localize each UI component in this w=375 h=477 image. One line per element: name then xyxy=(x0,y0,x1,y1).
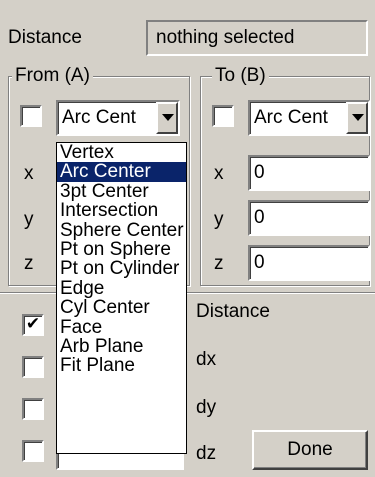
from-combo-dropdown-icon[interactable] xyxy=(156,102,178,134)
distance-checkbox[interactable]: ✔ xyxy=(22,314,44,336)
to-z-label: z xyxy=(214,253,224,274)
distance-label: Distance xyxy=(8,27,82,48)
to-x-label: x xyxy=(214,163,224,184)
dropdown-option[interactable]: Pt on Sphere xyxy=(57,240,186,259)
dropdown-option[interactable]: Arc Center xyxy=(57,162,186,182)
from-combo-value: Arc Cent xyxy=(62,107,136,128)
to-z-input[interactable]: 0 xyxy=(248,245,370,281)
dropdown-option[interactable]: Pt on Cylinder xyxy=(57,259,186,278)
from-checkbox[interactable] xyxy=(20,105,42,127)
dropdown-option[interactable]: Sphere Center xyxy=(57,221,186,240)
point-type-dropdown-list[interactable]: Vertex Arc Center 3pt Center Intersection Sp… xyxy=(56,142,187,454)
dropdown-option[interactable]: Fit Plane xyxy=(57,356,186,375)
to-z-value: 0 xyxy=(254,252,265,273)
dx-checkbox[interactable] xyxy=(22,356,44,378)
from-y-label: y xyxy=(24,209,34,230)
result-distance-label: Distance xyxy=(196,301,270,322)
dropdown-option[interactable]: Arb Plane xyxy=(57,337,186,356)
to-combo[interactable]: Arc Cent xyxy=(248,100,370,136)
result-dy-label: dy xyxy=(196,397,217,418)
to-y-input[interactable]: 0 xyxy=(248,200,370,236)
dy-checkbox[interactable] xyxy=(22,398,44,420)
done-button[interactable]: Done xyxy=(252,430,368,470)
to-checkbox[interactable] xyxy=(212,105,234,127)
status-field: nothing selected xyxy=(146,20,368,56)
from-group-title: From (A) xyxy=(12,66,93,86)
result-dx-label: dx xyxy=(196,349,217,370)
dropdown-option[interactable]: Vertex xyxy=(57,143,186,162)
to-x-input[interactable]: 0 xyxy=(248,155,370,191)
to-y-value: 0 xyxy=(254,207,265,228)
dropdown-option[interactable]: Cyl Center xyxy=(57,298,186,317)
to-group-title: To (B) xyxy=(212,66,269,86)
dropdown-option[interactable]: Edge xyxy=(57,279,186,298)
from-z-label: z xyxy=(24,253,34,274)
dropdown-option[interactable]: 3pt Center xyxy=(57,182,186,201)
dropdown-option[interactable]: Face xyxy=(57,318,186,337)
from-combo[interactable]: Arc Cent xyxy=(56,100,180,136)
dropdown-option[interactable]: Intersection xyxy=(57,201,186,220)
from-x-label: x xyxy=(24,163,34,184)
to-combo-dropdown-icon[interactable] xyxy=(346,102,368,134)
dz-checkbox[interactable] xyxy=(22,440,44,462)
to-combo-value: Arc Cent xyxy=(254,107,328,128)
to-x-value: 0 xyxy=(254,162,265,183)
result-dz-label: dz xyxy=(196,443,217,464)
to-y-label: y xyxy=(214,209,224,230)
